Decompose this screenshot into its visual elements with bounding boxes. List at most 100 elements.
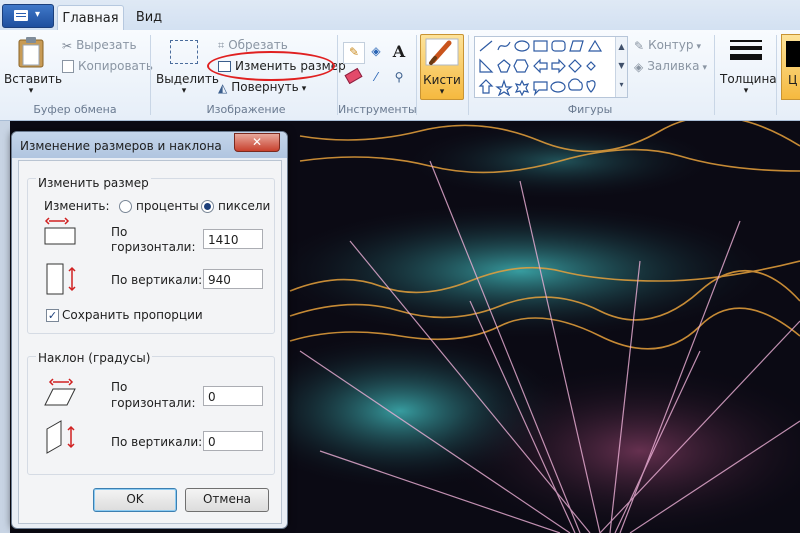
line-thickness-icon xyxy=(730,40,762,60)
group-separator xyxy=(150,35,151,115)
group-label-shapes: Фигуры xyxy=(567,103,613,116)
group-separator xyxy=(468,35,469,115)
rotate-button[interactable]: ◭ Повернуть ▾ xyxy=(218,80,306,95)
cancel-button[interactable]: Отмена xyxy=(185,488,269,512)
outline-button[interactable]: ✎ Контур ▾ xyxy=(634,38,701,53)
chevron-down-icon: ▾ xyxy=(439,87,445,97)
resize-skew-dialog: Изменение размеров и наклона ✕ Изменить … xyxy=(11,131,288,529)
clipboard-icon xyxy=(18,37,44,68)
resize-v-label: По вертикали: xyxy=(111,273,203,287)
resize-h-label-2: горизонтали: xyxy=(111,240,196,254)
chevron-down-icon: ▾ xyxy=(28,86,34,96)
keep-ratio-label: Сохранить пропорции xyxy=(62,308,203,322)
skew-horizontal-input[interactable]: 0 xyxy=(203,386,263,406)
shapes-gallery-icons xyxy=(478,39,603,96)
skew-vertical-input[interactable]: 0 xyxy=(203,431,263,451)
fill-button[interactable]: ◈ Заливка ▾ xyxy=(634,59,707,74)
brushes-button[interactable]: Кисти ▾ xyxy=(420,34,464,100)
eyedropper-icon: ⁄ xyxy=(374,70,377,84)
text-tool[interactable]: A xyxy=(389,42,409,62)
skew-h-label-1: По xyxy=(111,380,128,394)
copy-label: Копировать xyxy=(78,59,153,73)
select-label: Выделить xyxy=(156,72,219,86)
document-icon xyxy=(14,10,28,21)
percent-label: проценты xyxy=(136,199,199,213)
brush-icon xyxy=(425,38,459,66)
selection-rectangle-icon xyxy=(170,40,198,64)
size-button[interactable]: Толщина ▾ xyxy=(720,34,777,98)
vertical-skew-icon xyxy=(46,420,75,454)
chevron-down-icon: ▾ xyxy=(702,63,707,73)
horizontal-skew-icon xyxy=(44,378,76,406)
chevron-down-icon: ▾ xyxy=(743,86,749,96)
magnifier-tool[interactable]: ⚲ xyxy=(389,68,409,88)
color-picker-tool[interactable]: ⁄ xyxy=(366,68,386,88)
chevron-down-icon: ▾ xyxy=(301,84,307,94)
percent-radio[interactable] xyxy=(119,200,132,213)
cut-button[interactable]: ✂ Вырезать xyxy=(62,38,137,53)
vertical-resize-icon xyxy=(46,263,76,295)
resize-horizontal-input[interactable]: 1410 xyxy=(203,229,263,249)
group-separator xyxy=(714,35,715,115)
brushes-label: Кисти xyxy=(423,73,461,87)
outline-icon: ✎ xyxy=(634,38,645,53)
rotate-icon: ◭ xyxy=(218,80,228,95)
dialog-title: Изменение размеров и наклона xyxy=(20,139,222,153)
pixels-label: пиксели xyxy=(218,199,271,213)
horizontal-resize-icon xyxy=(44,217,76,245)
group-separator xyxy=(416,35,417,115)
fill-icon: ◈ xyxy=(634,59,644,74)
eraser-icon xyxy=(344,67,362,85)
paste-button[interactable]: Вставить ▾ xyxy=(4,34,63,98)
keep-ratio-checkbox[interactable]: ✓ xyxy=(46,309,59,322)
copy-icon xyxy=(62,60,74,73)
crop-label: Обрезать xyxy=(228,38,288,52)
scissors-icon: ✂ xyxy=(62,38,73,53)
group-label-tools: Инструменты xyxy=(338,103,417,116)
app-menu-button[interactable]: ▾ xyxy=(2,4,54,28)
group-separator xyxy=(776,35,777,115)
chevron-down-icon: ▾ xyxy=(181,86,187,96)
magnifier-icon: ⚲ xyxy=(394,70,404,84)
color-1-button[interactable]: Ц xyxy=(781,34,800,100)
dialog-body: Изменить размер Изменить: проценты пиксе… xyxy=(18,160,282,524)
skew-fieldset xyxy=(27,356,275,475)
pencil-tool[interactable]: ✎ xyxy=(343,42,365,64)
copy-button[interactable]: Копировать xyxy=(62,59,153,73)
color-1-label: Ц xyxy=(788,73,798,87)
pencil-icon: ✎ xyxy=(348,45,360,59)
gallery-scroll[interactable]: ▲ ▼ ▾ xyxy=(615,37,627,97)
shapes-gallery[interactable]: ▲ ▼ ▾ xyxy=(474,36,628,98)
paste-label: Вставить xyxy=(4,72,63,86)
crop-icon: ⌗ xyxy=(218,38,225,52)
fill-tool[interactable]: ◈ xyxy=(366,42,386,62)
skew-legend: Наклон (градусы) xyxy=(36,351,153,365)
skew-h-label-2: горизонтали: xyxy=(111,396,196,410)
canvas-margin xyxy=(0,121,10,533)
paint-bucket-icon: ◈ xyxy=(371,44,381,58)
resize-h-label-1: По xyxy=(111,225,128,239)
dropdown-arrow-icon: ▾ xyxy=(35,9,41,20)
select-button[interactable]: Выделить ▾ xyxy=(156,34,219,98)
pixels-radio[interactable] xyxy=(201,200,214,213)
ribbon: Вставить ▾ ✂ Вырезать Копировать Буфер об… xyxy=(0,30,800,121)
eraser-tool[interactable] xyxy=(343,67,363,88)
resize-vertical-input[interactable]: 940 xyxy=(203,269,263,289)
text-a-icon: A xyxy=(392,42,406,61)
chevron-down-icon: ▾ xyxy=(696,42,702,52)
skew-v-label: По вертикали: xyxy=(111,435,203,449)
resize-by-label: Изменить: xyxy=(44,199,110,213)
rotate-label: Повернуть xyxy=(231,80,299,94)
color-swatch xyxy=(786,41,800,67)
fill-label: Заливка xyxy=(647,59,700,73)
resize-legend: Изменить размер xyxy=(36,176,151,190)
tab-home[interactable]: Главная xyxy=(57,5,124,32)
ok-button[interactable]: OK xyxy=(93,488,177,512)
size-label: Толщина xyxy=(720,72,777,86)
outline-label: Контур xyxy=(648,38,694,52)
group-label-clipboard: Буфер обмена xyxy=(33,103,117,116)
highlight-ellipse xyxy=(207,51,335,81)
tab-view[interactable]: Вид xyxy=(128,5,170,30)
cut-label: Вырезать xyxy=(76,38,137,52)
dialog-close-button[interactable]: ✕ xyxy=(234,133,280,152)
